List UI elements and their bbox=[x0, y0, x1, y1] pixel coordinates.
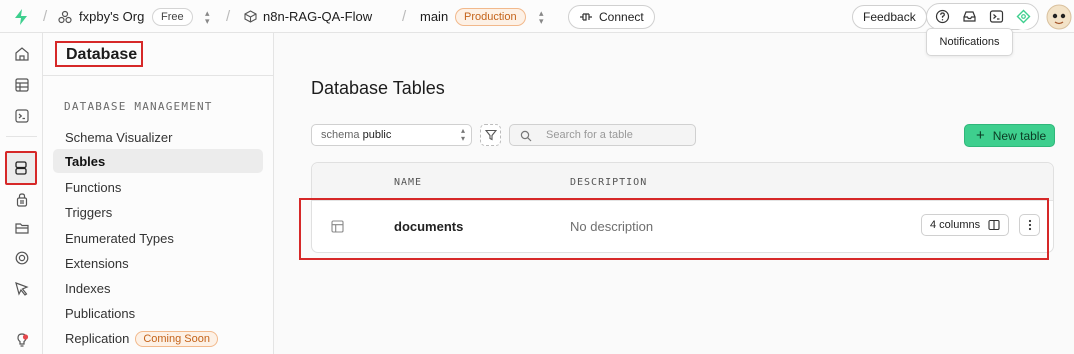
realtime-icon[interactable] bbox=[11, 247, 33, 269]
sidebar-item-triggers[interactable]: Triggers bbox=[53, 200, 263, 224]
sidebar-item-extensions[interactable]: Extensions bbox=[53, 251, 263, 275]
database-icon[interactable] bbox=[5, 151, 37, 185]
storage-icon[interactable] bbox=[11, 217, 33, 239]
sql-editor-icon[interactable] bbox=[11, 105, 33, 127]
edge-functions-icon[interactable] bbox=[11, 278, 33, 300]
coming-soon-badge: Coming Soon bbox=[135, 331, 218, 347]
column-header-name: NAME bbox=[394, 177, 423, 188]
filter-button[interactable] bbox=[480, 124, 501, 146]
org-icon bbox=[58, 0, 72, 33]
filter-icon bbox=[484, 129, 497, 141]
authentication-icon[interactable] bbox=[11, 189, 33, 211]
breadcrumb-separator: / bbox=[402, 8, 407, 25]
supabase-logo-icon[interactable] bbox=[12, 0, 30, 33]
environment-badge: Production bbox=[455, 7, 526, 26]
main-content: Database Tables schema public ▴ ▾ Search … bbox=[275, 33, 1074, 354]
advisors-lightbulb-icon[interactable] bbox=[11, 329, 33, 351]
table-header-row: NAME DESCRIPTION bbox=[312, 163, 1053, 201]
plug-icon bbox=[580, 12, 592, 21]
connect-button[interactable]: Connect bbox=[568, 4, 655, 29]
project-name[interactable]: n8n-RAG-QA-Flow bbox=[263, 0, 372, 33]
sidebar-item-tables[interactable]: Tables bbox=[53, 149, 263, 173]
sidebar-item-schema-visualizer[interactable]: Schema Visualizer bbox=[53, 125, 263, 149]
feedback-button[interactable]: Feedback bbox=[852, 4, 927, 29]
new-table-button[interactable]: + New table bbox=[964, 124, 1055, 147]
page-title: Database Tables bbox=[311, 78, 445, 98]
sidebar-item-enumerated-types[interactable]: Enumerated Types bbox=[53, 226, 263, 250]
schema-selector[interactable]: schema public ▴ ▾ bbox=[311, 124, 472, 146]
sidebar-title: Database bbox=[55, 41, 143, 67]
table-search-input[interactable]: Search for a table bbox=[509, 124, 696, 146]
column-header-description: DESCRIPTION bbox=[570, 177, 648, 188]
inbox-icon[interactable] bbox=[957, 3, 981, 30]
branch-switcher-chevron-icon[interactable]: ▴ ▾ bbox=[539, 0, 544, 33]
home-icon[interactable] bbox=[11, 43, 33, 65]
project-icon bbox=[244, 0, 257, 33]
table-editor-icon[interactable] bbox=[11, 74, 33, 96]
row-highlight-box bbox=[299, 198, 1049, 260]
section-label: DATABASE MANAGEMENT bbox=[64, 100, 213, 113]
schema-prefix: schema bbox=[321, 129, 360, 141]
sidebar-item-publications[interactable]: Publications bbox=[53, 301, 263, 325]
org-switcher-chevron-icon[interactable]: ▴ ▾ bbox=[205, 0, 210, 33]
breadcrumb-separator: / bbox=[226, 8, 231, 25]
sidebar-item-functions[interactable]: Functions bbox=[53, 175, 263, 199]
header-icon-group bbox=[926, 3, 1039, 30]
plus-icon: + bbox=[976, 126, 985, 144]
search-icon bbox=[520, 130, 532, 142]
sidebar-divider bbox=[43, 75, 274, 76]
breadcrumb-separator: / bbox=[43, 8, 48, 25]
terminal-icon[interactable] bbox=[984, 3, 1008, 30]
top-bar: / fxpby's Org Free ▴ ▾ / n8n-RAG-QA-Flow … bbox=[0, 0, 1074, 33]
connect-label: Connect bbox=[599, 9, 644, 24]
sidebar-item-label: Replication bbox=[65, 331, 130, 346]
schema-value: public bbox=[362, 129, 392, 141]
advisor-icon[interactable] bbox=[1011, 3, 1035, 30]
database-sidebar: Database DATABASE MANAGEMENT Schema Visu… bbox=[43, 33, 274, 354]
avatar[interactable] bbox=[1046, 0, 1072, 33]
branch-name[interactable]: main bbox=[420, 0, 448, 33]
sidebar-item-indexes[interactable]: Indexes bbox=[53, 276, 263, 300]
plan-badge: Free bbox=[152, 7, 193, 26]
new-table-label: New table bbox=[992, 128, 1047, 143]
sidebar-item-replication[interactable]: Replication Coming Soon bbox=[53, 326, 263, 350]
search-placeholder: Search for a table bbox=[546, 129, 633, 141]
chevron-updown-icon: ▴ ▾ bbox=[460, 126, 465, 143]
icon-rail bbox=[0, 33, 43, 354]
org-name[interactable]: fxpby's Org bbox=[79, 0, 144, 33]
help-icon[interactable] bbox=[930, 3, 954, 30]
